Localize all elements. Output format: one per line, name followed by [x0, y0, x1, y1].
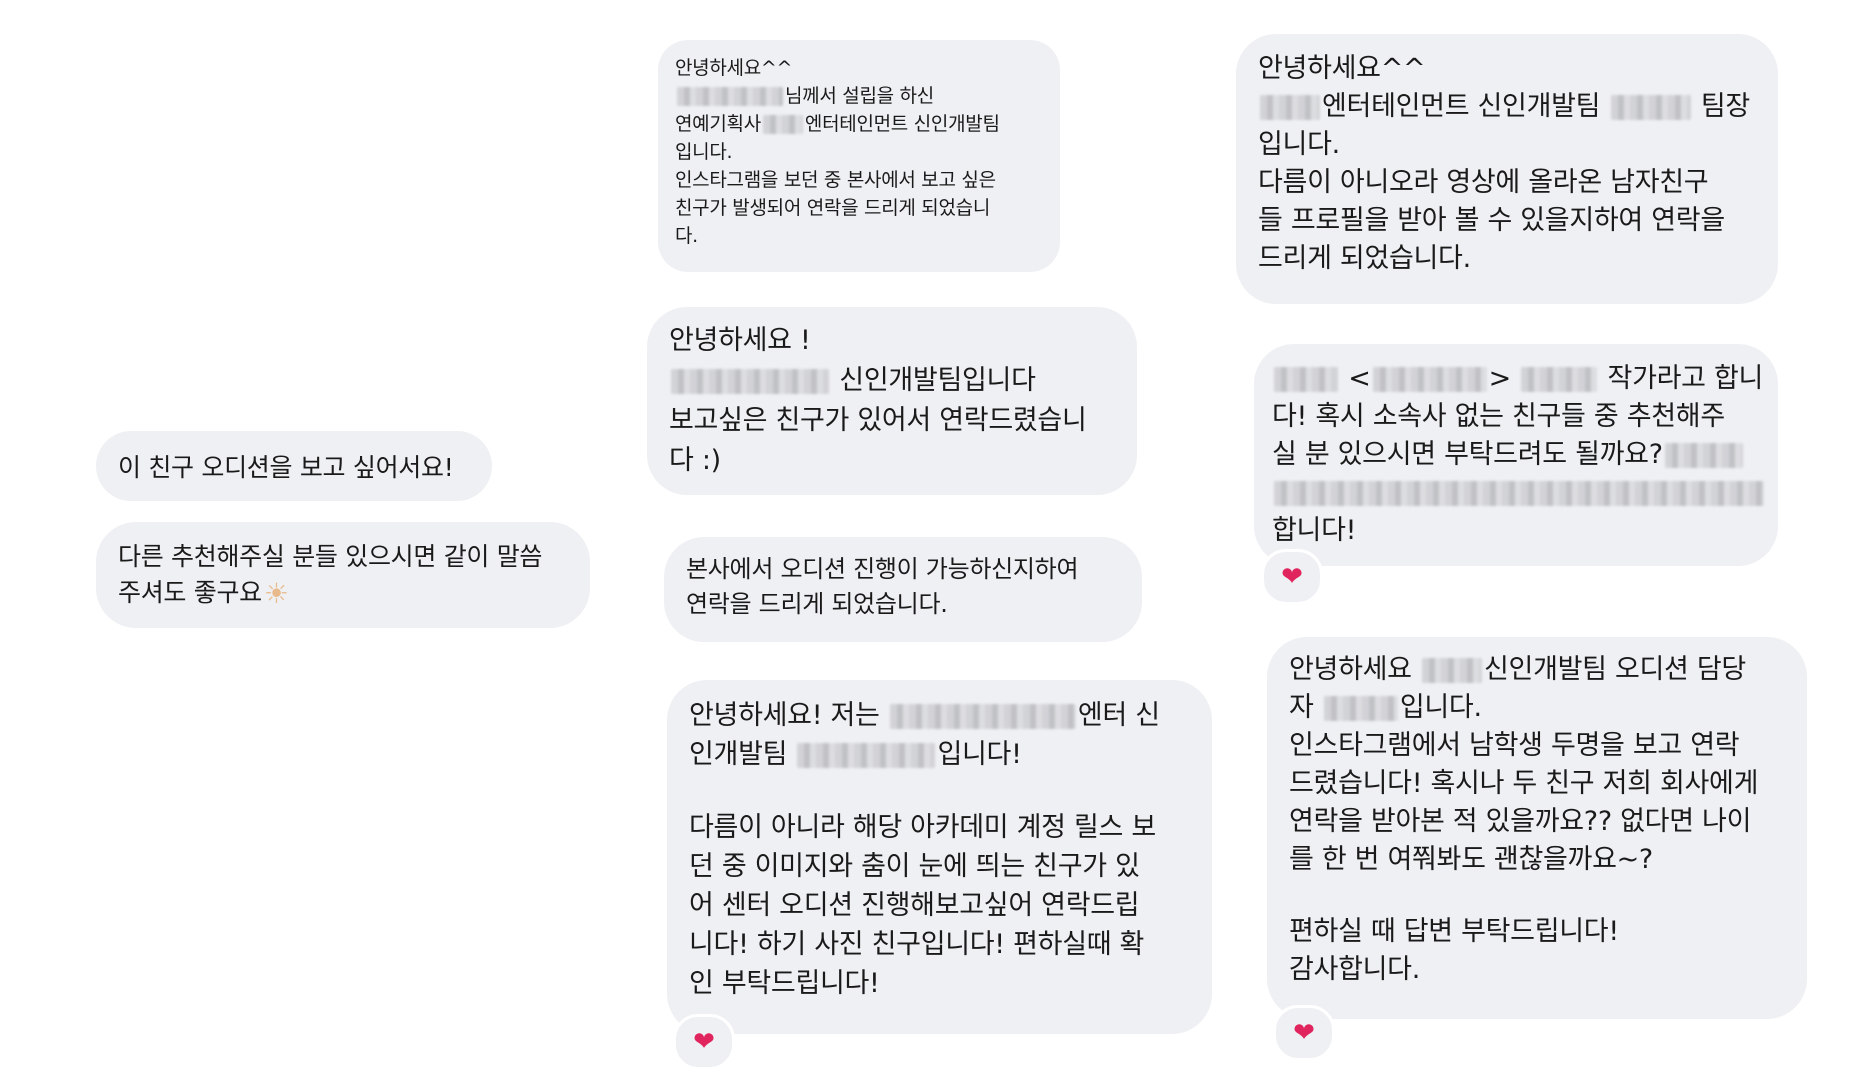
message-text-line: 엔터테인먼트 신인개발팀 팀장 — [1258, 88, 1756, 126]
message-text: 주셔도 좋구요 — [118, 578, 262, 607]
message-text: 인스타그램에서 남학생 두명을 보고 연락 — [1289, 730, 1740, 761]
message-text: 편하실 때 답변 부탁드립니다! — [1289, 915, 1619, 947]
heart-reaction-icon[interactable]: ❤ — [673, 1014, 735, 1070]
message-text: 던 중 이미지와 춤이 눈에 띄는 친구가 있 — [689, 850, 1140, 882]
message-text: 다른 추천해주실 분들 있으시면 같이 말씀 — [118, 542, 543, 571]
message-text: 연락을 드리게 되었습니다. — [686, 590, 948, 618]
message-text: 신인개발팀입니다 — [839, 365, 1036, 396]
message-text-line — [1272, 474, 1764, 512]
message-text: 인스타그램을 보던 중 본사에서 보고 싶은 — [675, 169, 996, 191]
thumbs-up-icon: ☀ — [263, 577, 289, 610]
message-text: 실 분 있으시면 부탁드려도 될까요? — [1272, 439, 1663, 470]
message-text: 어 센터 오디션 진행해보고싶어 연락드립 — [689, 889, 1140, 921]
message-text: 다! 혹시 소속사 없는 친구들 중 추천해주 — [1272, 401, 1725, 432]
message-text: 드렸습니다! 혹시나 두 친구 저희 회사에게 — [1289, 768, 1759, 799]
redacted-name — [762, 115, 803, 134]
redacted-name — [1323, 695, 1398, 722]
message-text: 안녕하세요 ! — [669, 325, 811, 356]
message-text: 드리게 되었습니다. — [1258, 243, 1471, 274]
message-text: > — [1488, 363, 1512, 394]
heart-icon: ❤ — [1281, 562, 1303, 592]
message-text: 안녕하세요^^ — [1258, 53, 1426, 84]
message-text: 입니다. — [1258, 129, 1340, 160]
heart-reaction-icon[interactable]: ❤ — [1273, 1005, 1335, 1061]
message-text: 안녕하세요^^ — [675, 57, 793, 79]
message-text: 다름이 아니오라 영상에 올라온 남자친구 — [1258, 167, 1709, 198]
message-text: 감사합니다. — [1289, 953, 1420, 985]
message-text: < — [1348, 363, 1371, 394]
message-text: 입니다. — [675, 141, 733, 163]
message-text: 본사에서 오디션 진행이 가능하신지하여 — [686, 555, 1079, 583]
message-text-line: 주셔도 좋구요☀ — [118, 575, 568, 612]
message-bubble-middle-2[interactable]: 안녕하세요 ! 신인개발팀입니다 보고싶은 친구가 있어서 연락드렸습니 다 :… — [647, 307, 1137, 495]
message-text: 다 :) — [669, 445, 721, 476]
message-text: 다. — [675, 225, 698, 247]
message-text-line: 님께서 설립을 하신 — [675, 82, 1043, 110]
redacted-name — [671, 368, 829, 395]
message-text: 입니다! — [937, 739, 1022, 770]
message-text-line: 자 입니다. — [1289, 689, 1785, 727]
message-bubble-right-3[interactable]: 안녕하세요 신인개발팀 오디션 담당 자 입니다. 인스타그램에서 남학생 두명… — [1267, 637, 1807, 1019]
message-bubble-right-2[interactable]: < > 작가라고 합니 다! 혹시 소속사 없는 친구들 중 추천해주 실 분 있… — [1254, 344, 1778, 566]
message-text: 인 부탁드립니다! — [689, 967, 880, 999]
message-text-line: 연예기획사 엔터테인먼트 신인개발팀 — [675, 110, 1043, 138]
message-text: 신인개발팀 오디션 담당 — [1484, 654, 1746, 685]
redacted-name — [677, 87, 783, 106]
message-text: 연락을 받아본 적 있을까요?? 없다면 나이 — [1289, 806, 1752, 837]
message-text: 엔터테인먼트 신인개발팀 — [1322, 91, 1601, 122]
message-bubble-middle-4[interactable]: 안녕하세요! 저는 엔터 신 인개발팀 입니다! 다름이 아니라 해당 아카데미… — [667, 680, 1212, 1034]
message-text: 팀장 — [1700, 91, 1750, 122]
message-text: 보고싶은 친구가 있어서 연락드렸습니 — [669, 405, 1087, 436]
message-text-line: 신인개발팀입니다 — [669, 361, 1115, 401]
message-bubble-middle-1[interactable]: 안녕하세요^^ 님께서 설립을 하신 연예기획사 엔터테인먼트 신인개발팀 입니다… — [658, 40, 1060, 272]
redacted-name — [889, 703, 1076, 730]
message-text: 님께서 설립을 하신 — [785, 85, 934, 107]
redacted-name — [1260, 94, 1320, 121]
heart-icon: ❤ — [693, 1027, 715, 1057]
message-text-line: < > 작가라고 합니 — [1272, 360, 1763, 398]
message-text: 를 한 번 여쭤봐도 괜찮을까요~? — [1289, 844, 1653, 875]
redacted-name — [1274, 366, 1338, 393]
redacted-text — [1274, 480, 1764, 507]
message-text: 니다! 하기 사진 친구입니다! 편하실때 확 — [689, 928, 1145, 960]
message-text: 엔터테인먼트 신인개발팀 — [804, 113, 1000, 135]
message-text: 이 친구 오디션을 보고 싶어서요! — [118, 453, 454, 482]
message-bubble-middle-3[interactable]: 본사에서 오디션 진행이 가능하신지하여 연락을 드리게 되었습니다. — [664, 537, 1142, 642]
message-text-line: 안녕하세요! 저는 엔터 신 — [689, 696, 1190, 735]
redacted-name — [797, 742, 936, 769]
message-text: 자 — [1289, 692, 1314, 723]
message-text: 작가라고 합니 — [1607, 363, 1764, 394]
redacted-name — [1664, 442, 1743, 469]
redacted-name — [1422, 657, 1482, 684]
message-text-line: 인개발팀 입니다! — [689, 735, 1190, 774]
redacted-name — [1610, 94, 1691, 121]
message-text: 다름이 아니라 해당 아카데미 계정 릴스 보 — [689, 811, 1156, 843]
message-text: 입니다. — [1399, 692, 1482, 723]
redacted-name — [1521, 366, 1598, 393]
message-text: 친구가 발생되어 연락을 드리게 되었습니 — [675, 197, 991, 219]
heart-reaction-icon[interactable]: ❤ — [1261, 549, 1323, 605]
message-text: 연예기획사 — [675, 113, 761, 135]
message-text: 안녕하세요 — [1289, 654, 1412, 685]
redacted-name — [1372, 366, 1487, 393]
message-text: 합니다! — [1272, 515, 1357, 546]
message-text: 안녕하세요! 저는 — [689, 700, 880, 731]
message-text: 인개발팀 — [689, 739, 788, 770]
message-text: 엔터 신 — [1077, 700, 1160, 731]
message-text-line: 안녕하세요 신인개발팀 오디션 담당 — [1289, 651, 1785, 689]
message-bubble-right-1[interactable]: 안녕하세요^^ 엔터테인먼트 신인개발팀 팀장 입니다. 다름이 아니오라 영상… — [1236, 34, 1778, 304]
message-text: 들 프로필을 받아 볼 수 있을지하여 연락을 — [1258, 205, 1725, 236]
heart-icon: ❤ — [1293, 1018, 1315, 1048]
message-bubble-left-1[interactable]: 이 친구 오디션을 보고 싶어서요! — [96, 431, 492, 501]
message-bubble-left-2[interactable]: 다른 추천해주실 분들 있으시면 같이 말씀 주셔도 좋구요☀ — [96, 522, 590, 628]
message-text-line: 실 분 있으시면 부탁드려도 될까요? — [1272, 436, 1760, 474]
